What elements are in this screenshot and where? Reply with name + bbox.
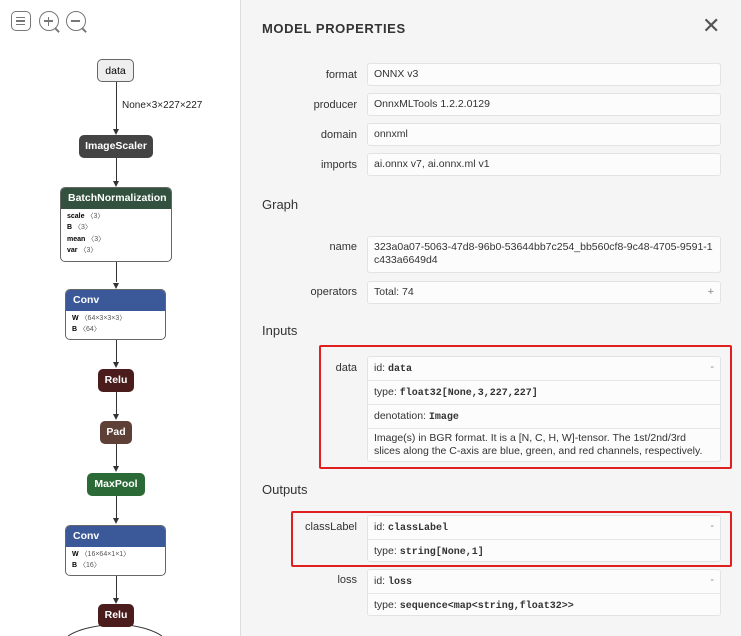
node-header: Conv: [66, 290, 165, 311]
type-prefix: type:: [374, 599, 400, 611]
expand-icon[interactable]: +: [708, 282, 714, 303]
node-maxpool[interactable]: MaxPool: [87, 473, 145, 496]
node-image-scaler[interactable]: ImageScaler: [79, 135, 153, 158]
output-loss-label: loss: [337, 574, 357, 586]
imports-label: imports: [320, 159, 357, 171]
node-relu-2[interactable]: Relu: [98, 604, 134, 627]
node-attribute: var 〈3〉: [67, 245, 171, 256]
format-text: ONNX v3: [374, 68, 419, 80]
operators-value[interactable]: Total: 74 +: [367, 281, 721, 304]
graph-name-text: 323a0a07-5063-47d8-96b0-53644bb7c254_bb5…: [374, 241, 713, 266]
edge: [116, 158, 117, 182]
attribute-value: 〈3〉: [87, 235, 106, 243]
attribute-name: B: [67, 224, 74, 232]
attribute-name: W: [72, 315, 81, 322]
domain-label: domain: [320, 129, 357, 141]
node-label: MaxPool: [94, 478, 138, 490]
output-type-row: type: sequence<map<string,float32>>: [368, 594, 720, 617]
producer-text: OnnxMLTools 1.2.2.0129: [374, 98, 490, 110]
arrow-icon: [113, 518, 119, 524]
edge: [116, 496, 117, 518]
node-attribute: B 〈3〉: [67, 222, 171, 233]
operators-text: Total: 74: [374, 286, 414, 298]
edge: [116, 576, 117, 598]
type-value: sequence<map<string,float32>>: [399, 601, 574, 612]
attribute-value: 〈3〉: [86, 213, 105, 220]
graph-section-title: Graph: [262, 197, 299, 212]
attribute-value: 〈64×3×3×3〉: [80, 315, 127, 322]
attribute-value: 〈3〉: [79, 247, 98, 255]
node-label: data: [105, 65, 126, 77]
node-relu-1[interactable]: Relu: [98, 369, 134, 392]
graph-name-label: name: [329, 241, 357, 253]
domain-value[interactable]: onnxml: [367, 123, 721, 146]
output-loss-details[interactable]: id: loss - type: sequence<map<string,flo…: [367, 569, 721, 616]
attribute-name: B: [72, 562, 79, 570]
panel-title: MODEL PROPERTIES: [262, 21, 406, 36]
node-pad[interactable]: Pad: [100, 421, 132, 444]
outputs-section-title: Outputs: [262, 482, 308, 497]
graph-name-value[interactable]: 323a0a07-5063-47d8-96b0-53644bb7c254_bb5…: [367, 236, 721, 273]
attribute-value: 〈3〉: [74, 224, 92, 232]
domain-text: onnxml: [374, 128, 408, 140]
attribute-value: 〈16×64×1×1〉: [80, 551, 131, 558]
node-attribute: scale 〈3〉: [67, 211, 171, 222]
menu-icon[interactable]: [11, 11, 31, 31]
node-attribute: W 〈16×64×1×1〉: [72, 549, 165, 560]
operators-label: operators: [310, 286, 357, 298]
node-header: BatchNormalization: [61, 188, 171, 209]
attribute-name: scale: [67, 213, 87, 220]
edge: [116, 340, 117, 362]
graph-input-node[interactable]: data: [97, 59, 134, 82]
graph-canvas[interactable]: None×3×227×227 data ImageScaler BatchNor…: [0, 0, 240, 636]
imports-text: ai.onnx v7, ai.onnx.ml v1: [374, 158, 490, 170]
producer-label: producer: [313, 99, 357, 111]
producer-value[interactable]: OnnxMLTools 1.2.2.0129: [367, 93, 721, 116]
edge-shape-label: None×3×227×227: [122, 100, 203, 111]
node-attributes: W 〈16×64×1×1〉 B 〈16〉: [66, 547, 165, 572]
format-label: format: [325, 69, 357, 81]
edge: [116, 262, 117, 282]
node-attribute: mean 〈3〉: [67, 234, 171, 245]
node-attribute: W 〈64×3×3×3〉: [72, 313, 165, 324]
node-attribute: B 〈64〉: [72, 324, 165, 335]
arrow-icon: [113, 414, 119, 420]
attribute-value: 〈64〉: [79, 326, 101, 334]
node-batch-normalization[interactable]: BatchNormalization scale 〈3〉 B 〈3〉 mean 〈3…: [60, 187, 172, 262]
arrow-icon: [113, 466, 119, 472]
format-value[interactable]: ONNX v3: [367, 63, 721, 86]
imports-value[interactable]: ai.onnx v7, ai.onnx.ml v1: [367, 153, 721, 176]
node-attribute: B 〈16〉: [72, 560, 165, 571]
edge: [116, 444, 117, 466]
node-label: Relu: [104, 374, 128, 386]
close-icon[interactable]: ✕: [702, 14, 720, 38]
node-attributes: scale 〈3〉 B 〈3〉 mean 〈3〉 var 〈3〉: [61, 209, 171, 257]
node-conv-2[interactable]: Conv W 〈16×64×1×1〉 B 〈16〉: [65, 525, 166, 576]
attribute-value: 〈16〉: [79, 562, 101, 570]
node-label: ImageScaler: [85, 140, 147, 152]
model-properties-panel: MODEL PROPERTIES ✕ format ONNX v3 produc…: [240, 0, 741, 636]
output-id-row: id: loss: [368, 570, 720, 593]
node-header: Conv: [66, 526, 165, 547]
attribute-name: B: [72, 326, 79, 334]
node-label: Relu: [104, 609, 128, 621]
node-conv-1[interactable]: Conv W 〈64×3×3×3〉 B 〈64〉: [65, 289, 166, 340]
zoom-in-icon[interactable]: [39, 11, 60, 33]
node-attributes: W 〈64×3×3×3〉 B 〈64〉: [66, 311, 165, 336]
highlight-box-output: [291, 511, 732, 567]
attribute-name: W: [72, 551, 81, 558]
attribute-name: var: [67, 247, 80, 255]
zoom-out-icon[interactable]: [66, 11, 87, 33]
arrow-icon: [113, 362, 119, 368]
edge: [116, 82, 117, 130]
id-prefix: id:: [374, 575, 389, 587]
node-label: Pad: [106, 426, 126, 438]
highlight-box-input: [319, 345, 732, 469]
attribute-name: mean: [67, 235, 88, 243]
inputs-section-title: Inputs: [262, 323, 298, 338]
id-value: loss: [388, 577, 413, 588]
collapse-icon[interactable]: -: [710, 574, 714, 586]
edge: [116, 392, 117, 414]
